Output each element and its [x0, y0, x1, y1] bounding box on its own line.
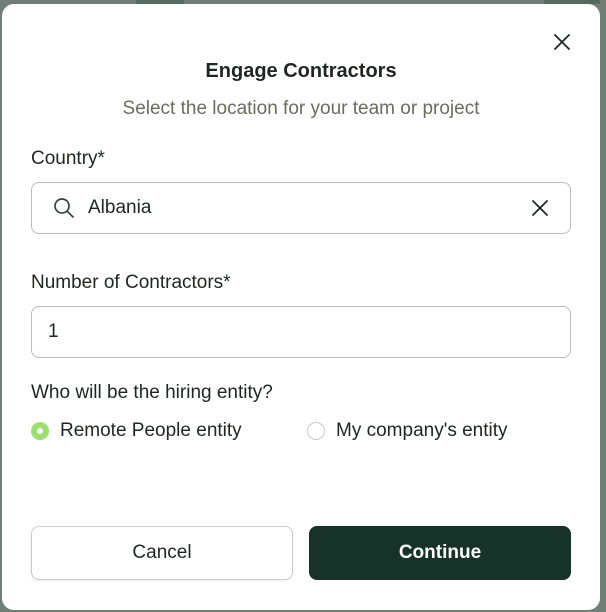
clear-icon: [532, 200, 548, 216]
radio-remote-people-entity[interactable]: Remote People entity: [31, 420, 242, 442]
close-button[interactable]: [550, 30, 574, 54]
hiring-entity-question: Who will be the hiring entity?: [31, 382, 273, 403]
contractors-label: Number of Contractors*: [31, 272, 231, 293]
search-icon: [54, 198, 74, 218]
close-icon: [554, 34, 570, 50]
radio-label: Remote People entity: [60, 420, 242, 441]
country-field[interactable]: [31, 182, 571, 234]
cancel-button[interactable]: Cancel: [31, 526, 293, 580]
contractors-field[interactable]: [31, 306, 571, 358]
radio-label: My company's entity: [336, 420, 508, 441]
radio-unselected-indicator[interactable]: [307, 422, 325, 440]
clear-country-button[interactable]: [528, 196, 552, 220]
radio-my-company-entity[interactable]: My company's entity: [307, 420, 508, 442]
country-input[interactable]: [88, 183, 508, 233]
modal-title: Engage Contractors: [205, 60, 397, 82]
continue-button[interactable]: Continue: [309, 526, 571, 580]
engage-contractors-modal: Engage Contractors Select the location f…: [2, 4, 600, 610]
radio-selected-indicator[interactable]: [31, 422, 49, 440]
modal-subtitle: Select the location for your team or pro…: [122, 98, 480, 119]
country-label: Country*: [31, 148, 105, 169]
contractors-input[interactable]: [48, 307, 548, 357]
